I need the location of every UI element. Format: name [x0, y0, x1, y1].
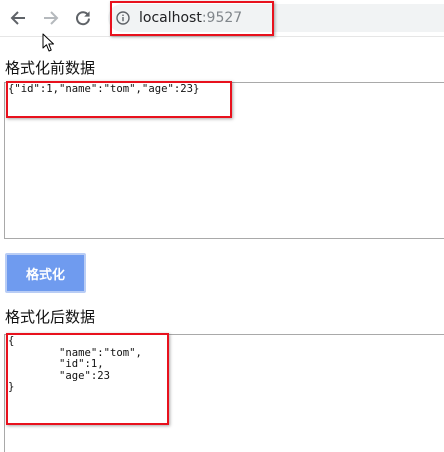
after-data-textarea[interactable]: { "name":"tom", "id":1, "age":23 } — [4, 334, 444, 452]
url-text[interactable]: localhost:9527 — [139, 9, 242, 27]
mouse-cursor-icon — [42, 33, 54, 52]
reload-icon[interactable] — [71, 6, 95, 30]
format-button[interactable]: 格式化 — [5, 253, 86, 293]
before-data-label: 格式化前数据 — [5, 59, 96, 77]
before-data-textarea[interactable]: {"id":1,"name":"tom","age":23} — [4, 82, 444, 239]
after-data-label: 格式化后数据 — [5, 308, 96, 326]
browser-toolbar: localhost:9527 — [0, 0, 444, 37]
address-bar[interactable]: localhost:9527 — [108, 4, 444, 32]
forward-arrow-icon[interactable] — [39, 6, 63, 30]
info-icon[interactable] — [116, 11, 130, 25]
back-arrow-icon[interactable] — [6, 6, 30, 30]
url-host: localhost — [139, 10, 202, 26]
url-port: :9527 — [201, 10, 243, 26]
